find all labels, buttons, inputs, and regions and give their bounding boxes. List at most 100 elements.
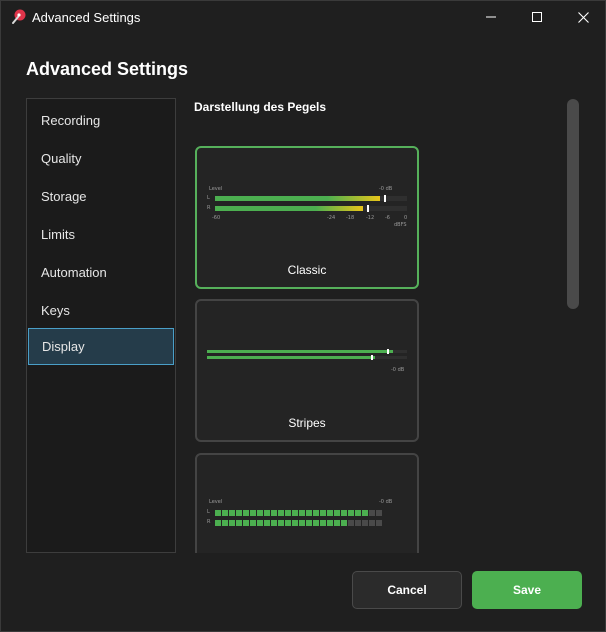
stripes-bar-left	[207, 350, 393, 353]
classic-bar-right	[215, 206, 363, 211]
meter-style-list: Level -0 dB L R -60 -24 -18 -12 -6 0 dBFS Cla…	[186, 121, 561, 553]
meter-segment	[278, 520, 284, 526]
stripes-peak-left	[387, 349, 389, 354]
meter-segment	[362, 510, 368, 516]
meter-segment	[236, 520, 242, 526]
maximize-button[interactable]	[514, 1, 560, 33]
classic-peak-left	[384, 195, 386, 202]
sidebar-item-storage[interactable]: Storage	[28, 178, 174, 215]
window-title: Advanced Settings	[32, 10, 141, 25]
meter-segment	[306, 510, 312, 516]
meter-segment	[222, 510, 228, 516]
meter-segment	[306, 520, 312, 526]
meter-segment	[355, 510, 361, 516]
segmented-level-label: Level	[209, 499, 223, 505]
app-logo-icon	[12, 9, 26, 24]
meter-segment	[313, 510, 319, 516]
meter-segment	[341, 520, 347, 526]
classic-scale-tick: -18	[346, 215, 355, 221]
classic-channel-right: R	[207, 205, 211, 211]
meter-style-stripes-card[interactable]: -0 dB Stripes	[195, 299, 419, 442]
classic-scale-tick: -12	[366, 215, 375, 221]
sidebar-item-quality[interactable]: Quality	[28, 140, 174, 177]
sidebar-nav: Recording Quality Storage Limits Automat…	[26, 98, 176, 553]
stripes-bar-right	[207, 356, 375, 359]
meter-segment	[348, 520, 354, 526]
meter-segment	[285, 520, 291, 526]
meter-segment	[215, 510, 221, 516]
meter-segment	[369, 520, 375, 526]
meter-segment	[327, 510, 333, 516]
meter-segment	[299, 520, 305, 526]
classic-db-label: -0 dB	[379, 186, 393, 192]
sidebar-item-display[interactable]: Display	[28, 328, 174, 365]
classic-bar-left	[215, 196, 380, 201]
meter-segment	[222, 520, 228, 526]
stripes-peak-right	[371, 355, 373, 360]
sidebar-item-automation[interactable]: Automation	[28, 254, 174, 291]
meter-segment	[341, 510, 347, 516]
classic-meter-preview: Level -0 dB L R -60 -24 -18 -12 -6 0 dBFS	[207, 186, 409, 236]
meter-segment	[250, 520, 256, 526]
segmented-db-label: -0 dB	[379, 499, 393, 505]
meter-segment	[243, 510, 249, 516]
section-label: Darstellung des Pegels	[194, 100, 327, 114]
meter-segment	[376, 520, 382, 526]
close-button[interactable]	[560, 1, 606, 33]
meter-segment	[278, 510, 284, 516]
meter-segment	[243, 520, 249, 526]
segmented-channel-right: R	[207, 519, 211, 525]
meter-segment	[320, 520, 326, 526]
meter-segment	[229, 510, 235, 516]
meter-style-segmented-card[interactable]: Level -0 dB L R	[195, 453, 419, 553]
sidebar-item-recording[interactable]: Recording	[28, 102, 174, 139]
meter-segment	[334, 510, 340, 516]
meter-segment	[362, 520, 368, 526]
classic-level-label: Level	[209, 186, 223, 192]
minimize-icon	[486, 16, 496, 18]
meter-segment	[236, 510, 242, 516]
meter-segment	[257, 510, 263, 516]
classic-scale-tick: -60	[212, 215, 221, 221]
meter-style-stripes-label: Stripes	[288, 416, 326, 430]
vertical-scrollbar[interactable]	[567, 99, 579, 309]
segmented-channel-left: L	[207, 509, 210, 515]
meter-segment	[334, 520, 340, 526]
classic-peak-right	[367, 205, 369, 212]
meter-segment	[285, 510, 291, 516]
meter-segment	[292, 510, 298, 516]
meter-segment	[355, 520, 361, 526]
meter-segment	[369, 510, 375, 516]
meter-segment	[264, 510, 270, 516]
minimize-button[interactable]	[468, 1, 514, 33]
meter-segment	[376, 510, 382, 516]
classic-channel-left: L	[207, 195, 210, 201]
meter-segment	[257, 520, 263, 526]
page-title: Advanced Settings	[26, 59, 189, 79]
classic-scale-tick: -24	[327, 215, 336, 221]
meter-segment	[320, 510, 326, 516]
meter-segment	[229, 520, 235, 526]
save-button[interactable]: Save	[472, 571, 582, 609]
meter-segment	[215, 520, 221, 526]
close-icon	[577, 11, 589, 23]
meter-segment	[348, 510, 354, 516]
settings-window: Advanced Settings Advanced Settings Reco…	[0, 0, 606, 632]
meter-segment	[271, 520, 277, 526]
meter-segment	[271, 510, 277, 516]
classic-scale-tick: -6	[385, 215, 390, 221]
meter-style-classic-label: Classic	[287, 263, 327, 277]
meter-segment	[292, 520, 298, 526]
meter-style-classic-card[interactable]: Level -0 dB L R -60 -24 -18 -12 -6 0 dBFS Cla…	[195, 146, 419, 289]
classic-scale-tick: 0	[404, 215, 408, 221]
segmented-meter-preview: Level -0 dB L R	[207, 499, 409, 549]
stripes-db-label: -0 dB	[391, 367, 405, 373]
meter-segment	[250, 510, 256, 516]
sidebar-item-limits[interactable]: Limits	[28, 216, 174, 253]
classic-unit-label: dBFS	[394, 222, 407, 228]
cancel-button[interactable]: Cancel	[352, 571, 462, 609]
sidebar-item-keys[interactable]: Keys	[28, 292, 174, 329]
stripes-meter-preview: -0 dB	[207, 345, 409, 395]
meter-segment	[299, 510, 305, 516]
title-bar[interactable]: Advanced Settings	[1, 1, 605, 33]
